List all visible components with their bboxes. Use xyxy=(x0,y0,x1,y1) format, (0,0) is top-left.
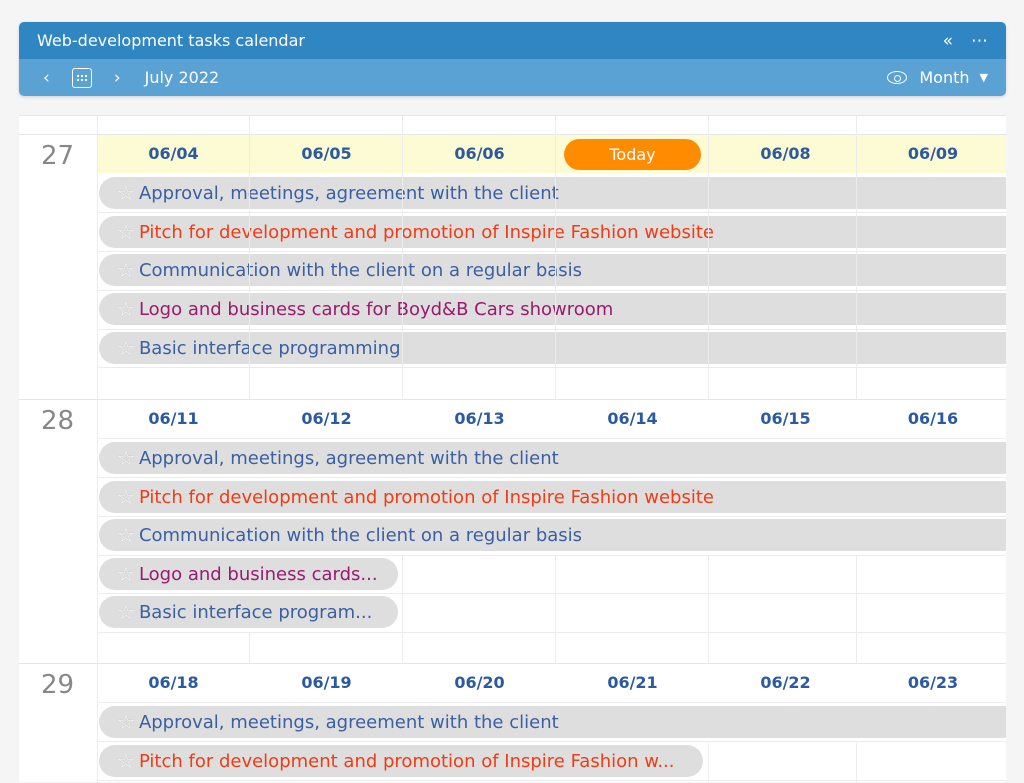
week-row: 29 06/18 06/19 06/20 06/21 06/22 06/23 ☆… xyxy=(19,663,1006,783)
star-icon[interactable]: ☆ xyxy=(117,487,135,507)
chevron-down-icon: ▼ xyxy=(979,71,988,84)
date-header-row: 06/04 06/05 06/06 Today 06/08 06/09 xyxy=(97,135,1006,173)
star-icon[interactable]: ☆ xyxy=(117,564,135,584)
week-number: 28 xyxy=(40,406,75,436)
task-bar[interactable]: ☆ Logo and business cards for Boyd&B Cars… xyxy=(99,293,1006,325)
task-bar[interactable]: ☆ Pitch for development and promotion of … xyxy=(99,216,1006,248)
task-label: Approval, meetings, agreement with the c… xyxy=(138,182,559,204)
star-icon[interactable]: ☆ xyxy=(117,222,135,242)
task-bar[interactable]: ☆ Pitch for development and promotion of … xyxy=(99,745,703,777)
date-cell[interactable]: 06/08 xyxy=(709,135,862,173)
task-bar[interactable]: ☆ Logo and business cards... xyxy=(99,558,398,590)
star-icon[interactable]: ☆ xyxy=(117,260,135,280)
star-icon[interactable]: ☆ xyxy=(117,525,135,545)
task-label: Pitch for development and promotion of I… xyxy=(138,221,714,243)
date-cell[interactable]: 06/19 xyxy=(250,664,403,702)
date-cell[interactable]: 06/15 xyxy=(709,400,862,438)
task-label: Communication with the client on a regul… xyxy=(138,524,583,546)
eye-icon xyxy=(887,71,908,84)
date-cell[interactable]: 06/13 xyxy=(403,400,556,438)
more-options-icon[interactable]: ⋯ xyxy=(971,31,988,51)
task-bar[interactable]: ☆ Basic interface program... xyxy=(99,596,398,628)
task-bar[interactable]: ☆ Communication with the client on a regu… xyxy=(99,519,1006,551)
star-icon[interactable]: ☆ xyxy=(117,338,135,358)
date-cell[interactable]: 06/09 xyxy=(862,135,1004,173)
star-icon[interactable]: ☆ xyxy=(117,712,135,732)
task-bar[interactable]: ☆ Communication with the client on a regu… xyxy=(99,254,1006,286)
date-cell[interactable]: 06/14 xyxy=(556,400,709,438)
title-bar: Web-development tasks calendar « ⋯ xyxy=(19,22,1006,59)
calendar-grid: 27 06/04 06/05 06/06 Today 06/08 06/09 ☆… xyxy=(19,115,1006,783)
date-cell[interactable]: 06/11 xyxy=(97,400,250,438)
task-label: Logo and business cards... xyxy=(138,563,378,585)
date-cell[interactable]: 06/22 xyxy=(709,664,862,702)
task-bar[interactable]: ☆ Approval, meetings, agreement with the … xyxy=(99,442,1006,474)
today-badge[interactable]: Today xyxy=(564,139,701,170)
next-month-button[interactable]: › xyxy=(114,68,121,88)
task-bar[interactable]: ☆ Basic interface programming xyxy=(99,332,1006,364)
date-cell[interactable]: 06/21 xyxy=(556,664,709,702)
week-number: 29 xyxy=(40,670,75,700)
date-header-row: 06/11 06/12 06/13 06/14 06/15 06/16 xyxy=(97,400,1006,438)
date-header-row: 06/18 06/19 06/20 06/21 06/22 06/23 xyxy=(97,664,1006,702)
star-icon[interactable]: ☆ xyxy=(117,299,135,319)
task-label: Communication with the client on a regul… xyxy=(138,259,583,281)
date-cell[interactable]: 06/23 xyxy=(862,664,1004,702)
task-label: Pitch for development and promotion of I… xyxy=(138,486,714,508)
week-row: 27 06/04 06/05 06/06 Today 06/08 06/09 ☆… xyxy=(19,134,1006,399)
today-cell[interactable]: Today xyxy=(556,135,709,173)
current-month-label: July 2022 xyxy=(144,68,220,87)
calendar-icon[interactable] xyxy=(71,67,92,88)
calendar-title: Web-development tasks calendar xyxy=(37,31,305,50)
task-label: Basic interface program... xyxy=(138,601,373,623)
task-label: Pitch for development and promotion of I… xyxy=(138,750,675,772)
star-icon[interactable]: ☆ xyxy=(117,751,135,771)
week-row: 28 06/11 06/12 06/13 06/14 06/15 06/16 ☆… xyxy=(19,399,1006,663)
date-cell[interactable]: 06/04 xyxy=(97,135,250,173)
task-bar[interactable]: ☆ Pitch for development and promotion of … xyxy=(99,481,1006,513)
calendar-header: Web-development tasks calendar « ⋯ ‹ › J… xyxy=(19,22,1006,96)
task-bar[interactable]: ☆ Approval, meetings, agreement with the … xyxy=(99,177,1006,209)
task-label: Approval, meetings, agreement with the c… xyxy=(138,447,559,469)
date-cell[interactable]: 06/05 xyxy=(250,135,403,173)
view-mode-dropdown[interactable]: Month ▼ xyxy=(887,68,988,87)
date-cell[interactable]: 06/12 xyxy=(250,400,403,438)
date-cell[interactable]: 06/06 xyxy=(403,135,556,173)
task-label: Approval, meetings, agreement with the c… xyxy=(138,711,559,733)
date-cell[interactable]: 06/20 xyxy=(403,664,556,702)
week-number: 27 xyxy=(40,141,75,171)
view-mode-label: Month xyxy=(919,68,970,87)
star-icon[interactable]: ☆ xyxy=(117,448,135,468)
task-label: Basic interface programming xyxy=(138,337,401,359)
navigation-bar: ‹ › July 2022 Month ▼ xyxy=(19,59,1006,96)
task-label: Logo and business cards for Boyd&B Cars … xyxy=(138,298,614,320)
star-icon[interactable]: ☆ xyxy=(117,602,135,622)
date-cell[interactable]: 06/16 xyxy=(862,400,1004,438)
prev-month-button[interactable]: ‹ xyxy=(43,68,50,88)
collapse-icon[interactable]: « xyxy=(943,31,953,51)
star-icon[interactable]: ☆ xyxy=(117,183,135,203)
date-cell[interactable]: 06/18 xyxy=(97,664,250,702)
task-bar[interactable]: ☆ Approval, meetings, agreement with the … xyxy=(99,706,1006,738)
